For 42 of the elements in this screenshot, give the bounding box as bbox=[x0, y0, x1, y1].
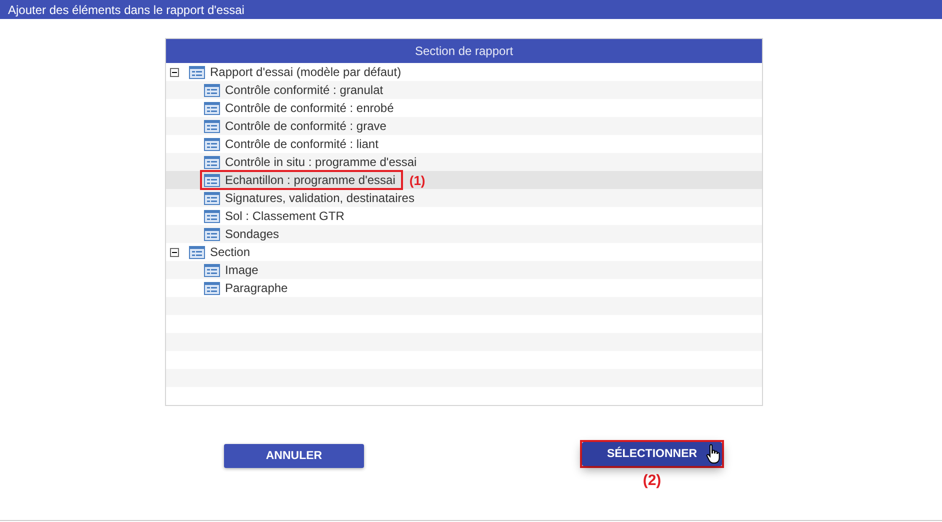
form-icon bbox=[204, 210, 220, 222]
tree-item-label: Contrôle conformité : granulat bbox=[225, 83, 384, 97]
tree-item-label: Contrôle de conformité : liant bbox=[225, 137, 378, 151]
tree-item-label: Sondages bbox=[225, 227, 280, 241]
dialog-button[interactable]: ANNULER bbox=[224, 444, 364, 468]
hand-cursor-icon bbox=[706, 444, 720, 464]
form-icon bbox=[204, 102, 220, 114]
form-icon bbox=[189, 66, 205, 78]
column-header: Section de rapport bbox=[166, 39, 762, 63]
form-icon bbox=[204, 228, 220, 240]
callout-label: (1) bbox=[409, 172, 426, 188]
form-icon bbox=[204, 192, 220, 204]
form-icon bbox=[204, 138, 220, 150]
tree-item-label: Image bbox=[225, 263, 258, 277]
tree-item-label: Echantillon : programme d'essai bbox=[225, 173, 396, 187]
tree-row[interactable]: Contrôle conformité : granulat bbox=[166, 81, 762, 99]
tree-item-label: Rapport d'essai (modèle par défaut) bbox=[210, 65, 402, 79]
tree-row[interactable]: Contrôle de conformité : grave bbox=[166, 117, 762, 135]
collapse-icon[interactable] bbox=[170, 68, 179, 76]
tree-item-label: Paragraphe bbox=[225, 281, 288, 295]
form-icon bbox=[204, 84, 220, 96]
tree-item-label: Contrôle de conformité : grave bbox=[225, 119, 386, 133]
tree-item-label: Section bbox=[210, 245, 250, 259]
dialog-button[interactable]: SÉLECTIONNER bbox=[582, 442, 722, 466]
form-icon bbox=[204, 282, 220, 294]
tree-item-label: Signatures, validation, destinataires bbox=[225, 191, 414, 205]
collapse-icon[interactable] bbox=[170, 248, 179, 256]
window-title: Ajouter des éléments dans le rapport d'essai bbox=[8, 2, 244, 16]
tree-item-label: Sol : Classement GTR bbox=[225, 209, 344, 223]
tree-item-label: Contrôle in situ : programme d'essai bbox=[225, 155, 417, 169]
form-icon bbox=[204, 174, 220, 186]
tree-row[interactable]: Signatures, validation, destinataires bbox=[166, 189, 762, 207]
form-icon bbox=[204, 156, 220, 168]
tree-row[interactable]: Sondages bbox=[166, 225, 762, 243]
tree-row[interactable]: Echantillon : programme d'essai (1) bbox=[166, 171, 762, 189]
tree-row[interactable]: Image bbox=[166, 261, 762, 279]
callout-label: (2) bbox=[642, 472, 662, 489]
tree-row[interactable]: Contrôle in situ : programme d'essai bbox=[166, 153, 762, 171]
form-icon bbox=[204, 264, 220, 276]
form-icon bbox=[189, 246, 205, 258]
tree-item-label: Contrôle de conformité : enrobé bbox=[225, 101, 394, 115]
form-icon bbox=[204, 120, 220, 132]
